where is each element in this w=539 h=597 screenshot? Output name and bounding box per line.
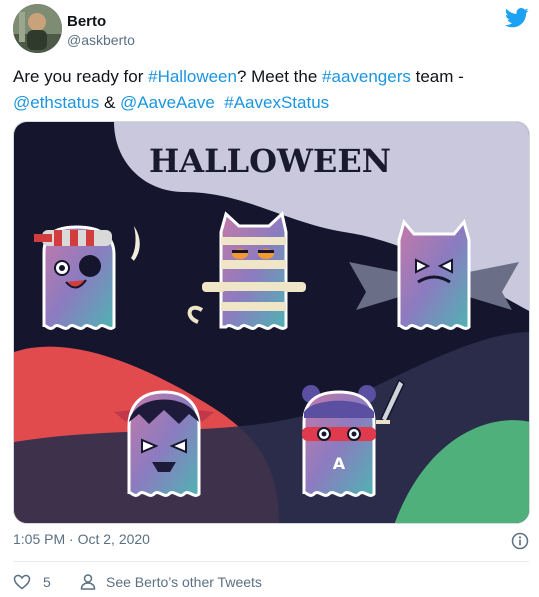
tweet-timestamp[interactable]: 1:05 PM · Oct 2, 2020 — [13, 531, 150, 547]
tweet-card: Berto @askberto Are you ready for #Hallo… — [0, 0, 539, 597]
tweet-media-image[interactable]: HALLOWEEN A — [13, 121, 530, 524]
author-display-name[interactable]: Berto — [67, 13, 106, 30]
author-handle[interactable]: @askberto — [67, 32, 135, 48]
tweet-text-segment: & — [99, 93, 121, 112]
info-icon[interactable] — [511, 532, 529, 550]
timestamp-row: 1:05 PM · Oct 2, 2020 — [13, 531, 529, 551]
hashtag-halloween-link[interactable]: #Halloween — [148, 67, 237, 86]
twitter-bird-icon[interactable] — [505, 8, 529, 28]
hashtag-aavexstatus-link[interactable]: #AavexStatus — [224, 93, 329, 112]
like-count[interactable]: 5 — [43, 574, 51, 590]
tweet-header: Berto @askberto — [13, 4, 529, 54]
tweet-text-segment: Are you ready for — [13, 67, 149, 86]
mention-aaveaave-link[interactable]: @AaveAave — [120, 93, 215, 112]
avatar[interactable] — [13, 4, 62, 53]
tweet-text-segment: ? Meet the — [236, 67, 323, 86]
mention-ethstatus-link[interactable]: @ethstatus — [13, 93, 99, 112]
hero-badge-letter: A — [333, 454, 346, 473]
heart-icon[interactable] — [13, 573, 31, 591]
tweet-text-segment: team - — [410, 67, 464, 86]
hashtag-aavengers-link[interactable]: #aavengers — [322, 67, 411, 86]
person-icon[interactable] — [79, 573, 97, 591]
media-title: HALLOWEEN — [149, 142, 391, 180]
tweet-text: Are you ready for #Halloween? Meet the #… — [13, 64, 527, 116]
see-other-tweets-link[interactable]: See Berto’s other Tweets — [106, 574, 262, 590]
tweet-actions: 5 See Berto’s other Tweets — [13, 571, 529, 593]
divider — [13, 561, 529, 562]
